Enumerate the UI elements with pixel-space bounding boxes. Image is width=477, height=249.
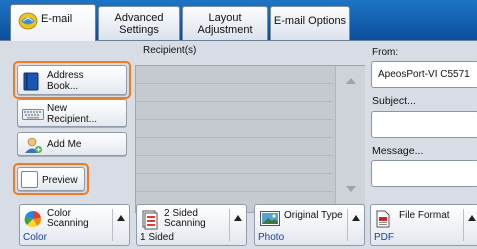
tab-email-options-label: E-mail Options (273, 15, 347, 27)
message-label[interactable]: Message... (372, 145, 423, 157)
tab-advanced-settings-label: Advanced Settings (114, 12, 164, 36)
tab-email-options[interactable]: E-mail Options (270, 6, 350, 40)
color-scanning-button[interactable]: Color Scanning Color (19, 204, 130, 246)
address-book-label: Address Book... (47, 70, 84, 92)
email-panel: Recipient(s) Address Book... New Recipie… (0, 40, 477, 249)
new-recipient-label: New Recipient... (47, 103, 98, 125)
recipient-scrollbar[interactable] (335, 66, 365, 212)
tab-email-label: E-mail (41, 13, 73, 25)
preview-checkbox (21, 171, 38, 188)
recipient-row[interactable] (136, 156, 333, 174)
preview-button[interactable]: Preview (17, 167, 85, 191)
from-label: From: (372, 47, 399, 58)
tab-layout-adjustment-label: Layout Adjustment (197, 12, 253, 36)
preview-label: Preview (42, 175, 78, 186)
keyboard-icon (22, 109, 44, 120)
file-format-value: PDF (374, 232, 394, 243)
recipient-row[interactable] (136, 66, 333, 84)
add-me-icon (25, 137, 42, 153)
chevron-up-icon (117, 215, 125, 221)
original-type-value: Photo (258, 232, 285, 243)
two-sided-scanning-value: 1 Sided (140, 232, 174, 243)
tab-email[interactable]: E-mail (10, 4, 96, 41)
separator (463, 209, 464, 241)
recipient-row[interactable] (136, 102, 333, 120)
tab-layout-adjustment[interactable]: Layout Adjustment (182, 6, 268, 40)
recipient-row[interactable] (136, 120, 333, 138)
color-scanning-title: Color Scanning (47, 208, 89, 229)
color-wheel-icon (24, 210, 42, 228)
separator (112, 209, 113, 241)
add-me-label: Add Me (47, 139, 82, 150)
chevron-up-icon (234, 215, 242, 221)
chevron-up-icon (468, 215, 476, 221)
scroll-down-icon[interactable] (346, 186, 356, 192)
separator (229, 209, 230, 241)
email-icon (18, 12, 38, 30)
color-scanning-value: Color (23, 232, 47, 243)
subject-label[interactable]: Subject... (372, 95, 416, 107)
recipient-row[interactable] (136, 84, 333, 102)
chevron-up-icon (352, 215, 360, 221)
tab-advanced-settings[interactable]: Advanced Settings (98, 6, 180, 40)
pdf-icon (376, 210, 390, 228)
from-value: ApeosPort-VI C5571 (378, 69, 470, 80)
two-sided-scanning-title: 2 Sided Scanning (164, 208, 206, 229)
subject-field[interactable] (371, 111, 477, 138)
file-format-button[interactable]: File Format PDF (370, 204, 477, 246)
tab-bar: E-mail Advanced Settings Layout Adjustme… (0, 0, 477, 41)
add-me-button[interactable]: Add Me (17, 132, 127, 156)
recipient-row[interactable] (136, 138, 333, 156)
file-format-title: File Format (399, 210, 450, 221)
two-sided-scanning-button[interactable]: 2 Sided Scanning 1 Sided (136, 204, 247, 246)
new-recipient-button[interactable]: New Recipient... (17, 99, 127, 127)
recipients-header: Recipient(s) (143, 45, 197, 56)
address-book-button[interactable]: Address Book... (17, 65, 127, 95)
from-field: ApeosPort-VI C5571 (371, 61, 477, 88)
photo-icon (260, 211, 280, 226)
message-field[interactable] (371, 160, 477, 187)
original-type-button[interactable]: Original Type Photo (254, 204, 365, 246)
two-sided-icon (142, 210, 158, 230)
recipient-row[interactable] (136, 174, 333, 192)
original-type-title: Original Type (284, 210, 343, 221)
recipient-list[interactable] (135, 65, 365, 213)
scroll-up-icon[interactable] (346, 78, 356, 84)
address-book-icon (23, 72, 39, 91)
separator (347, 209, 348, 241)
